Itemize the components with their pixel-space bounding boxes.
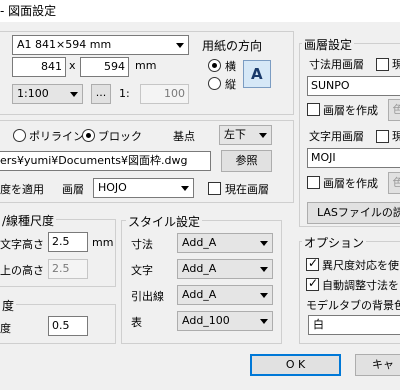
style-leader-select[interactable]: Add_A (177, 285, 273, 305)
basepoint-select[interactable]: 左下 (219, 125, 272, 145)
scale-value-input: 100 (140, 84, 189, 104)
auto-adjust-dim-label: 自動調整寸法を (322, 279, 399, 292)
dim-create-layer-label: 画層を作成 (323, 104, 378, 117)
text-height-input[interactable]: 2.5 (48, 232, 88, 252)
dim-layer-current-checkbox[interactable] (376, 58, 389, 71)
paper-unit-label: mm (135, 59, 157, 72)
chevron-down-icon (260, 319, 268, 324)
style-settings-title: スタイル設定 (126, 213, 203, 230)
style-table-select[interactable]: Add_100 (177, 311, 273, 331)
style-dim-select[interactable]: Add_A (177, 233, 273, 253)
block-radio[interactable] (82, 129, 95, 142)
scale-input[interactable]: 0.5 (48, 316, 88, 336)
orientation-title: 用紙の方向 (202, 39, 263, 53)
text-layer-current-label: 現 (392, 130, 400, 143)
scale-label: 度 (0, 322, 11, 335)
title-bar: - 図面設定 (0, 0, 400, 22)
style-text-label: 文字 (131, 264, 153, 277)
auto-adjust-dim-checkbox[interactable] (306, 276, 319, 291)
model-bg-label: モデルタブの背景色 (306, 299, 400, 312)
frame-file-path-input[interactable]: ers¥yumi¥Documents¥図面枠.dwg (0, 151, 211, 171)
text-color-button[interactable]: 色 (388, 172, 400, 194)
layer-settings-title: 画層設定 (302, 36, 355, 53)
model-bg-select[interactable]: 白 (308, 315, 400, 335)
scale-one-colon: 1: (119, 87, 130, 100)
x-separator: x (69, 59, 76, 72)
upper-height-input: 2.5 (48, 259, 88, 279)
paper-height-input[interactable]: 594 (80, 57, 129, 77)
ok-button[interactable]: O K (250, 354, 341, 376)
cancel-button[interactable]: キャ (355, 354, 400, 376)
portrait-label: 縦 (225, 78, 236, 91)
page-orientation-icon: A (243, 60, 271, 88)
upper-height-label: 上の高さ (0, 264, 44, 277)
current-layer-label: 現在画層 (225, 183, 269, 196)
landscape-radio[interactable] (208, 59, 221, 72)
options-title: オプション (302, 234, 367, 251)
text-create-layer-label: 画層を作成 (323, 177, 378, 190)
dim-color-button[interactable]: 色 (388, 99, 400, 121)
browse-button[interactable]: 参照 (221, 150, 272, 172)
style-table-label: 表 (131, 316, 142, 329)
basepoint-label: 基点 (173, 130, 195, 143)
chevron-down-icon (181, 186, 189, 191)
polyline-label: ポリライン (29, 130, 84, 143)
current-layer-checkbox[interactable] (208, 182, 221, 195)
scale-group-title: 度 (0, 297, 17, 314)
chevron-down-icon (259, 133, 267, 138)
paper-size-select[interactable]: A1 841×594 mm (12, 35, 189, 55)
chevron-down-icon (176, 43, 184, 48)
dim-layer-label: 寸法用画層 (309, 58, 364, 71)
scale-options-button[interactable]: ... (91, 84, 111, 104)
style-leader-label: 引出線 (131, 290, 164, 303)
dim-layer-current-label: 現 (392, 58, 400, 71)
chevron-down-icon (260, 241, 268, 246)
text-layer-current-checkbox[interactable] (376, 130, 389, 143)
portrait-radio[interactable] (208, 77, 221, 90)
landscape-label: 横 (225, 60, 236, 73)
frame-layer-select[interactable]: HOJO (93, 178, 194, 198)
block-label: ブロック (98, 130, 142, 143)
text-layer-label: 文字用画層 (309, 130, 364, 143)
linetype-scale-title: /線種尺度 (0, 212, 57, 229)
chevron-down-icon (260, 267, 268, 272)
load-las-file-button[interactable]: LASファイルの読み (307, 202, 400, 224)
text-create-layer-checkbox[interactable] (307, 176, 320, 189)
apply-layer-label: 度を適用 (0, 183, 44, 196)
dim-layer-input[interactable]: SUNPO (307, 76, 400, 96)
paper-width-input[interactable]: 841 (12, 57, 66, 77)
style-text-select[interactable]: Add_A (177, 259, 273, 279)
frame-layer-label: 画層 (62, 183, 84, 196)
style-dim-label: 寸法 (131, 238, 153, 251)
annotative-scale-label: 異尺度対応を使 (322, 259, 399, 272)
chevron-down-icon (70, 92, 78, 97)
scale-select[interactable]: 1:100 (12, 84, 83, 104)
text-height-label: 文字高さ (0, 238, 44, 251)
annotative-scale-checkbox[interactable] (306, 256, 319, 271)
text-height-unit: mm (92, 236, 114, 249)
window-title: - 図面設定 (0, 4, 57, 18)
dim-create-layer-checkbox[interactable] (307, 103, 320, 116)
polyline-radio[interactable] (13, 129, 26, 142)
chevron-down-icon (260, 293, 268, 298)
text-layer-input[interactable]: MOJI (307, 148, 400, 168)
